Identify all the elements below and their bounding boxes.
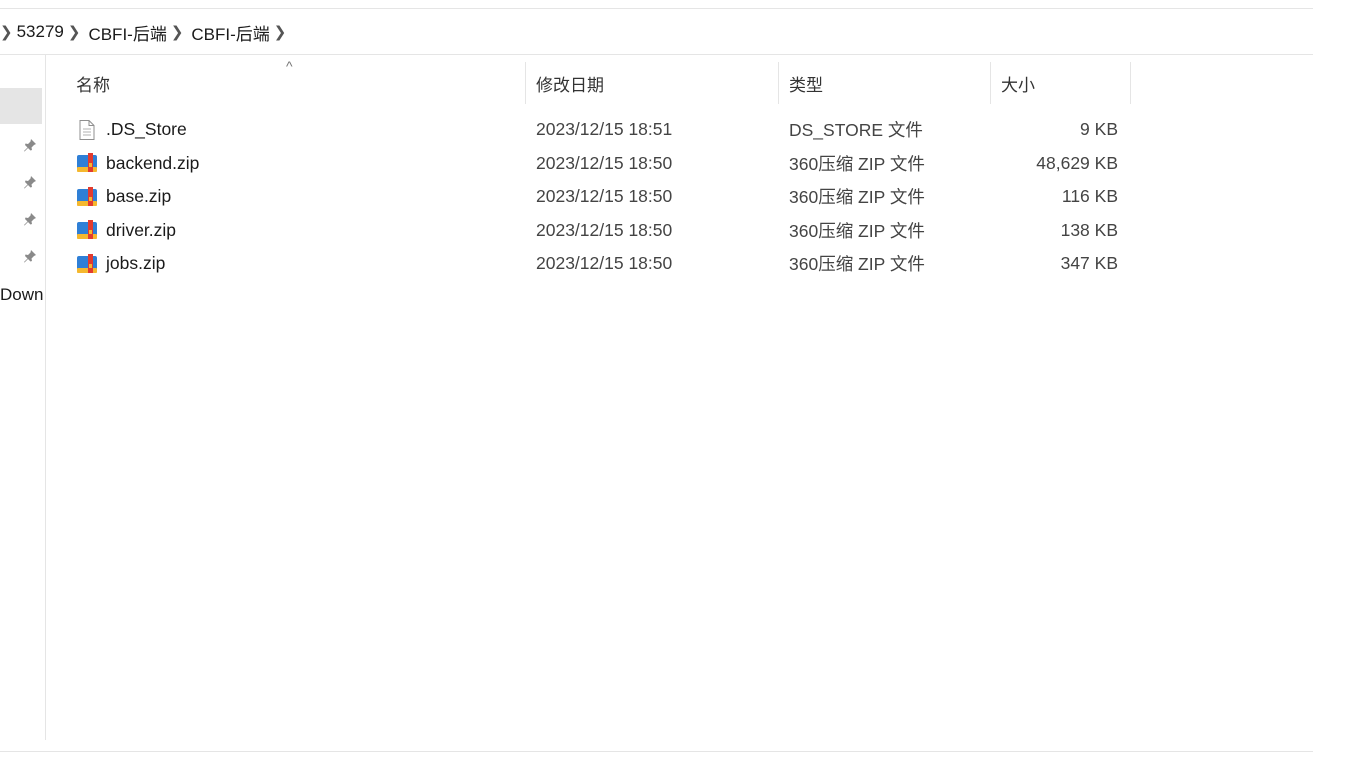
file-row[interactable]: .DS_Store 2023/12/15 18:51 DS_STORE 文件 9… <box>46 113 1131 147</box>
zip-archive-icon <box>76 186 98 208</box>
file-size: 138 KB <box>1060 219 1118 240</box>
file-size: 48,629 KB <box>1036 152 1118 173</box>
file-row[interactable]: backend.zip 2023/12/15 18:50 360压缩 ZIP 文… <box>46 147 1131 181</box>
column-header-name-label: 名称 <box>76 75 110 95</box>
nav-selected-item[interactable] <box>0 88 42 124</box>
file-name: base.zip <box>106 186 172 207</box>
sort-ascending-icon: ^ <box>286 58 293 74</box>
chevron-right-icon[interactable]: ❯ <box>0 23 13 41</box>
document-icon <box>76 119 98 141</box>
breadcrumb-item-cbfi-backend-current[interactable]: CBFI-后端 <box>191 20 269 45</box>
zip-archive-icon <box>76 253 98 275</box>
window-top-divider <box>0 8 1313 9</box>
column-header-type[interactable]: 类型 <box>779 62 991 104</box>
navigation-pane: Down <box>0 55 46 740</box>
pin-icon <box>22 211 38 227</box>
file-type: 360压缩 ZIP 文件 <box>789 187 925 208</box>
chevron-right-icon[interactable]: ❯ <box>274 23 287 41</box>
file-date: 2023/12/15 18:50 <box>536 219 673 240</box>
file-type: DS_STORE 文件 <box>789 120 923 141</box>
zip-archive-icon <box>76 219 98 241</box>
column-header-size-label: 大小 <box>1001 75 1035 95</box>
status-bar-divider <box>0 751 1313 752</box>
pin-icon <box>22 137 38 153</box>
file-name: backend.zip <box>106 152 200 173</box>
pin-icon <box>22 248 38 264</box>
column-header-date[interactable]: 修改日期 <box>526 62 779 104</box>
file-date: 2023/12/15 18:50 <box>536 186 673 207</box>
file-size: 116 KB <box>1061 186 1118 207</box>
zip-archive-icon <box>76 152 98 174</box>
breadcrumb-item-cbfi-backend[interactable]: CBFI-后端 <box>88 20 166 45</box>
address-bar-divider <box>0 54 1313 55</box>
file-type: 360压缩 ZIP 文件 <box>789 220 925 241</box>
file-size: 347 KB <box>1060 253 1118 274</box>
file-name: driver.zip <box>106 219 177 240</box>
file-row[interactable]: base.zip 2023/12/15 18:50 360压缩 ZIP 文件 1… <box>46 180 1131 214</box>
file-row[interactable]: driver.zip 2023/12/15 18:50 360压缩 ZIP 文件… <box>46 214 1131 248</box>
file-name: .DS_Store <box>106 119 187 140</box>
column-header-type-label: 类型 <box>789 75 823 95</box>
file-list: .DS_Store 2023/12/15 18:51 DS_STORE 文件 9… <box>46 113 1131 281</box>
file-row[interactable]: jobs.zip 2023/12/15 18:50 360压缩 ZIP 文件 3… <box>46 247 1131 281</box>
column-header-row: 名称 ^ 修改日期 类型 大小 <box>46 58 1131 104</box>
column-header-name[interactable]: 名称 ^ <box>46 58 526 104</box>
breadcrumb[interactable]: ❯ 53279 ❯ CBFI-后端 ❯ CBFI-后端 ❯ <box>0 14 1313 50</box>
file-date: 2023/12/15 18:50 <box>536 253 673 274</box>
column-header-date-label: 修改日期 <box>536 75 604 95</box>
file-date: 2023/12/15 18:50 <box>536 152 673 173</box>
file-type: 360压缩 ZIP 文件 <box>789 153 925 174</box>
chevron-right-icon[interactable]: ❯ <box>171 23 184 41</box>
pin-icon <box>22 174 38 190</box>
nav-item-downloads[interactable]: Down <box>0 285 45 305</box>
breadcrumb-item-53279[interactable]: 53279 <box>17 22 64 42</box>
file-type: 360压缩 ZIP 文件 <box>789 254 925 275</box>
file-name: jobs.zip <box>106 253 166 274</box>
file-date: 2023/12/15 18:51 <box>536 119 673 140</box>
column-header-size[interactable]: 大小 <box>991 62 1131 104</box>
chevron-right-icon[interactable]: ❯ <box>68 23 81 41</box>
file-size: 9 KB <box>1080 119 1118 140</box>
